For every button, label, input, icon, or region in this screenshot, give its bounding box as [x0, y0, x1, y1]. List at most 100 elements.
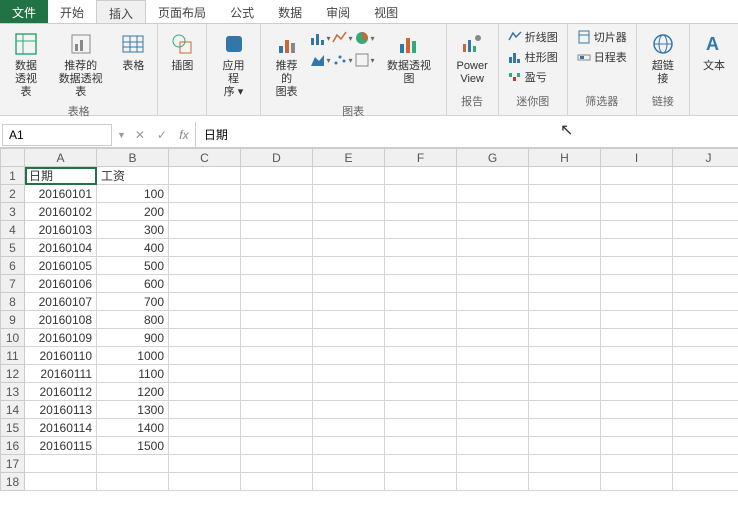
cell[interactable]: [601, 167, 673, 185]
cell[interactable]: [385, 239, 457, 257]
cell[interactable]: 20160108: [25, 311, 97, 329]
col-header[interactable]: D: [241, 149, 313, 167]
recommended-charts-button[interactable]: 推荐的图表: [267, 28, 307, 101]
cell[interactable]: [457, 221, 529, 239]
cell[interactable]: [601, 185, 673, 203]
cell[interactable]: [529, 473, 601, 491]
cell[interactable]: [385, 401, 457, 419]
cell[interactable]: [241, 293, 313, 311]
cell[interactable]: [529, 239, 601, 257]
cell[interactable]: [457, 257, 529, 275]
cell[interactable]: [601, 455, 673, 473]
cell[interactable]: 20160105: [25, 257, 97, 275]
cell[interactable]: [313, 293, 385, 311]
cell[interactable]: [241, 329, 313, 347]
col-header[interactable]: C: [169, 149, 241, 167]
cell[interactable]: 20160102: [25, 203, 97, 221]
cell[interactable]: [529, 221, 601, 239]
cell[interactable]: [241, 437, 313, 455]
cell[interactable]: [529, 257, 601, 275]
cell[interactable]: [25, 473, 97, 491]
cell[interactable]: [385, 455, 457, 473]
shapes-button[interactable]: 插图: [164, 28, 200, 75]
cell[interactable]: [241, 311, 313, 329]
cell[interactable]: [169, 383, 241, 401]
cell[interactable]: [313, 437, 385, 455]
cell[interactable]: [601, 275, 673, 293]
tab-insert[interactable]: 插入: [96, 0, 146, 23]
cell[interactable]: [241, 401, 313, 419]
cell[interactable]: [313, 455, 385, 473]
cell[interactable]: [673, 419, 738, 437]
timeline-button[interactable]: 日程表: [574, 48, 630, 66]
cell[interactable]: [169, 167, 241, 185]
cell[interactable]: [529, 293, 601, 311]
cell[interactable]: [601, 239, 673, 257]
tab-file[interactable]: 文件: [0, 0, 48, 23]
cell[interactable]: [313, 311, 385, 329]
cell[interactable]: [457, 311, 529, 329]
cell[interactable]: 20160114: [25, 419, 97, 437]
cell[interactable]: [673, 347, 738, 365]
pivottable-button[interactable]: 数据透视表: [6, 28, 46, 101]
cell[interactable]: [673, 383, 738, 401]
cell[interactable]: [169, 257, 241, 275]
line-chart-button[interactable]: ▾: [332, 28, 352, 48]
cell[interactable]: [241, 185, 313, 203]
cell[interactable]: [529, 329, 601, 347]
cell[interactable]: [169, 329, 241, 347]
cell[interactable]: [241, 257, 313, 275]
cell[interactable]: 20160115: [25, 437, 97, 455]
tab-pagelayout[interactable]: 页面布局: [146, 0, 218, 23]
cell[interactable]: 900: [97, 329, 169, 347]
row-header[interactable]: 6: [1, 257, 25, 275]
cell[interactable]: [457, 347, 529, 365]
cell[interactable]: [169, 365, 241, 383]
apps-button[interactable]: 应用程序 ▾: [213, 28, 253, 101]
cell[interactable]: [673, 221, 738, 239]
cell[interactable]: [673, 275, 738, 293]
cell[interactable]: 20160106: [25, 275, 97, 293]
cell[interactable]: [385, 203, 457, 221]
cell[interactable]: [457, 473, 529, 491]
cell[interactable]: [601, 329, 673, 347]
cell[interactable]: [169, 473, 241, 491]
cell[interactable]: [169, 221, 241, 239]
cell[interactable]: 20160109: [25, 329, 97, 347]
formula-input[interactable]: [195, 122, 738, 147]
cell[interactable]: [313, 365, 385, 383]
cell[interactable]: [169, 401, 241, 419]
cell[interactable]: 200: [97, 203, 169, 221]
cell[interactable]: [673, 329, 738, 347]
cell[interactable]: 20160110: [25, 347, 97, 365]
cell[interactable]: [169, 311, 241, 329]
cell[interactable]: [313, 419, 385, 437]
row-header[interactable]: 14: [1, 401, 25, 419]
cell[interactable]: [241, 203, 313, 221]
cell[interactable]: 20160101: [25, 185, 97, 203]
cell[interactable]: [673, 473, 738, 491]
cell[interactable]: [385, 311, 457, 329]
cell[interactable]: 20160104: [25, 239, 97, 257]
cell[interactable]: [601, 383, 673, 401]
cell[interactable]: [601, 221, 673, 239]
slicer-button[interactable]: 切片器: [574, 28, 630, 46]
cell[interactable]: 100: [97, 185, 169, 203]
cell[interactable]: [241, 275, 313, 293]
cell[interactable]: [313, 473, 385, 491]
cell[interactable]: [529, 275, 601, 293]
cell[interactable]: [313, 347, 385, 365]
cell[interactable]: [673, 239, 738, 257]
cell[interactable]: [457, 437, 529, 455]
row-header[interactable]: 10: [1, 329, 25, 347]
cell[interactable]: 700: [97, 293, 169, 311]
sparkline-column-button[interactable]: 柱形图: [505, 48, 561, 66]
cell[interactable]: [673, 437, 738, 455]
tab-data[interactable]: 数据: [266, 0, 314, 23]
col-header[interactable]: B: [97, 149, 169, 167]
area-chart-button[interactable]: ▾: [310, 50, 330, 70]
cancel-formula-button[interactable]: ✕: [129, 124, 151, 146]
cell[interactable]: [385, 419, 457, 437]
col-header[interactable]: A: [25, 149, 97, 167]
cell[interactable]: [241, 383, 313, 401]
